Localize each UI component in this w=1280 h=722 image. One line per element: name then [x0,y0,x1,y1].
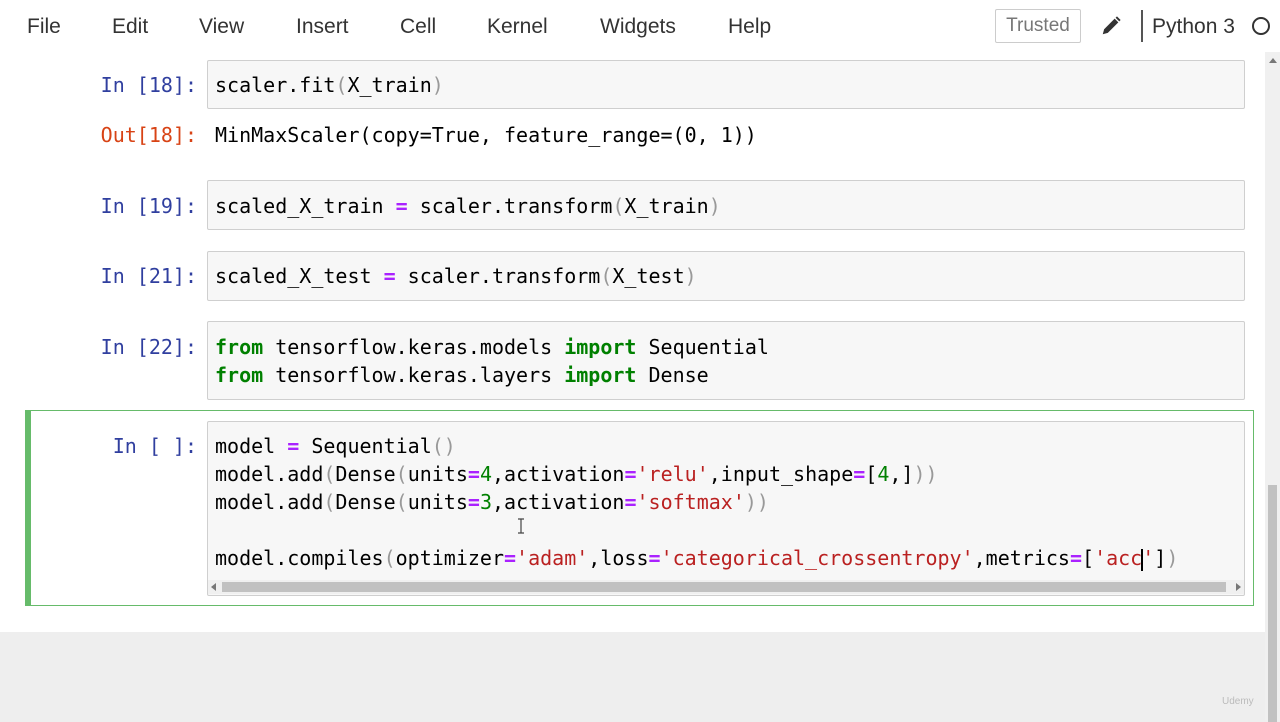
page-background [0,632,1265,720]
kernel-idle-icon [1252,17,1270,35]
trusted-button[interactable]: Trusted [995,9,1081,43]
menu-edit[interactable]: Edit [112,14,148,40]
page-scroll-thumb[interactable] [1268,485,1277,722]
cell-18-prompt: In [18]: [100,73,197,97]
cell-18-code[interactable]: scaler.fit(X_train) [215,71,444,99]
scroll-right-icon[interactable] [1236,583,1241,591]
mouse-cursor-icon [518,518,524,534]
menu-help[interactable]: Help [728,14,771,40]
scroll-left-icon[interactable] [211,583,216,591]
page-vertical-scrollbar[interactable] [1265,52,1280,722]
cell-19-code[interactable]: scaled_X_train = scaler.transform(X_trai… [215,192,721,220]
cell-18-output: MinMaxScaler(copy=True, feature_range=(0… [215,123,757,147]
kernel-name[interactable]: Python 3 [1152,14,1235,40]
cell-current-prompt: In [ ]: [112,434,197,458]
menu-kernel[interactable]: Kernel [487,14,548,40]
menu-widgets[interactable]: Widgets [600,14,676,40]
pencil-icon[interactable] [1100,15,1122,37]
watermark: Udemy [1222,696,1254,707]
scroll-up-icon[interactable] [1269,58,1277,63]
cell-22-prompt: In [22]: [100,335,197,359]
cell-21-prompt: In [21]: [100,264,197,288]
menu-file[interactable]: File [27,14,61,40]
menubar: File Edit View Insert Cell Kernel Widget… [0,0,1280,53]
cell-horizontal-scrollbar[interactable] [208,580,1244,594]
cell-current-code[interactable]: model = Sequential() model.add(Dense(uni… [215,432,1178,572]
menu-insert[interactable]: Insert [296,14,349,40]
cell-19-prompt: In [19]: [100,194,197,218]
cell-21-code[interactable]: scaled_X_test = scaler.transform(X_test) [215,262,697,290]
cell-22-code[interactable]: from tensorflow.keras.models import Sequ… [215,333,769,389]
cell-scroll-thumb[interactable] [222,582,1226,592]
cell-18-output-prompt: Out[18]: [100,123,197,147]
menu-view[interactable]: View [199,14,244,40]
kernel-separator [1141,10,1143,42]
menu-cell[interactable]: Cell [400,14,436,40]
